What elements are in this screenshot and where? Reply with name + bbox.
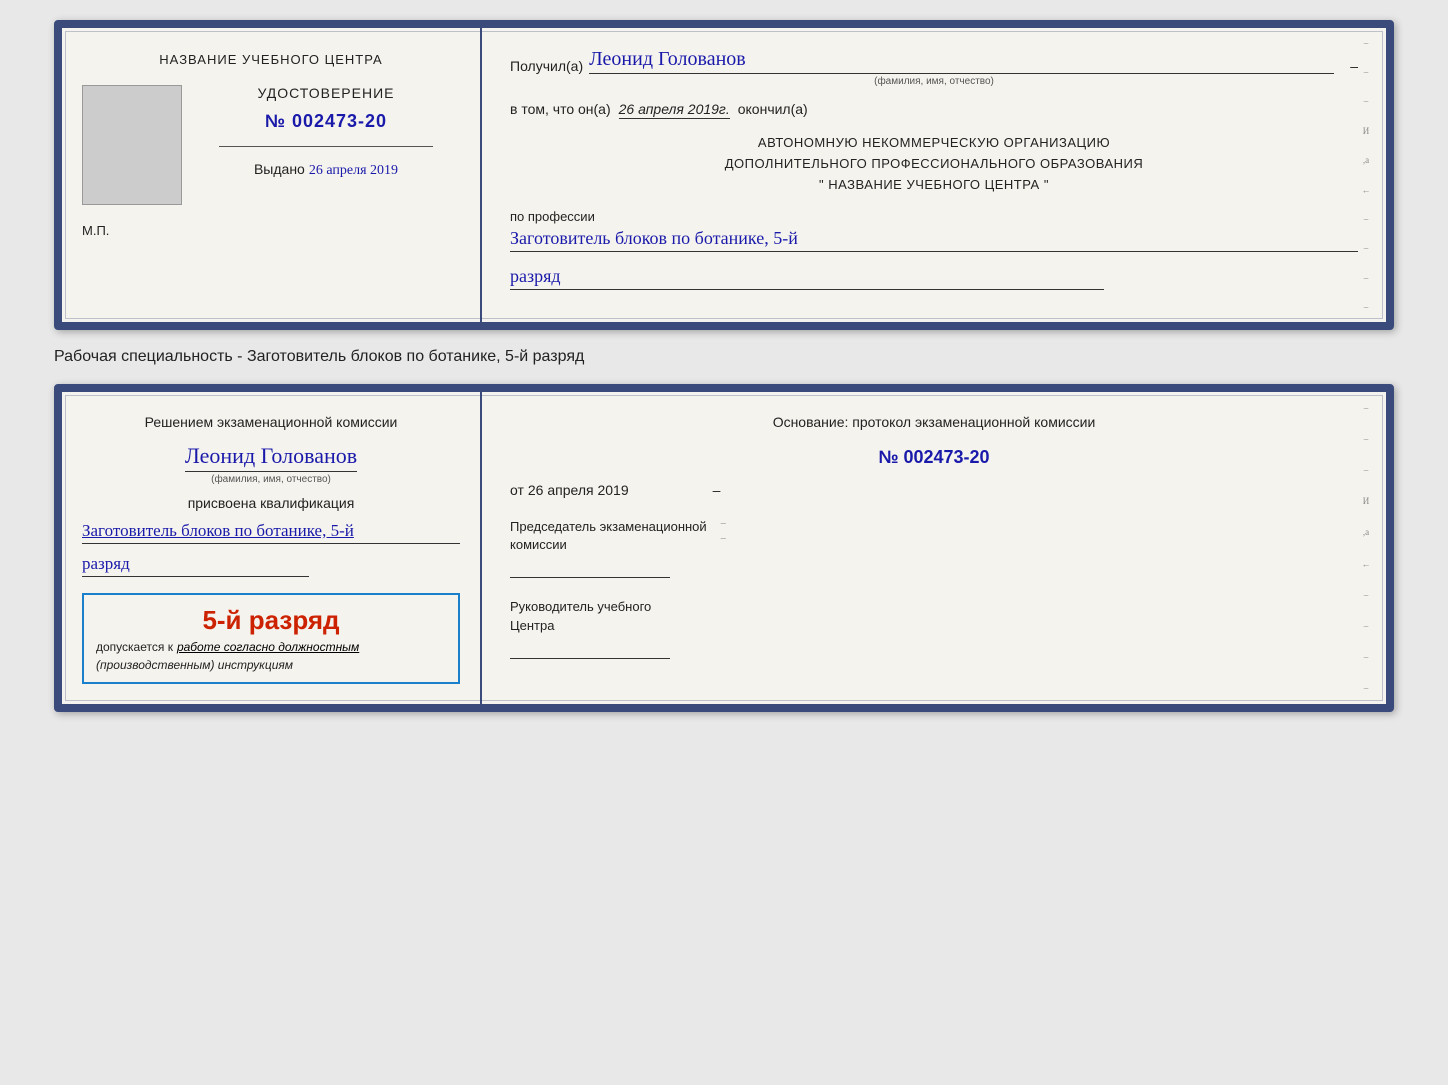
mp-label: М.П. <box>82 223 109 238</box>
doc2-right-panel: Основание: протокол экзаменационной коми… <box>482 392 1386 704</box>
name-sub-2: (фамилия, имя, отчество) <box>211 474 331 485</box>
confirm-suffix: окончил(а) <box>738 101 808 117</box>
certificate-card-1: НАЗВАНИЕ УЧЕБНОГО ЦЕНТРА УДОСТОВЕРЕНИЕ №… <box>54 20 1394 330</box>
director-sig-block: Руководитель учебного Центра <box>510 598 1358 658</box>
person-name: Леонид Голованов <box>185 443 357 472</box>
deco-strip-1: – – – И ,а ← – – – – <box>1356 28 1376 322</box>
assigned-label: присвоена квалификация <box>82 495 460 511</box>
doc2-left-panel: Решением экзаменационной комиссии Леонид… <box>62 392 482 704</box>
profession-label: по профессии <box>510 209 1358 224</box>
confirm-prefix: в том, что он(а) <box>510 101 611 117</box>
issued-label: Выдано <box>254 161 305 177</box>
org-line3: " НАЗВАНИЕ УЧЕБНОГО ЦЕНТРА " <box>510 175 1358 196</box>
date-value: 26 апреля 2019 <box>528 482 629 498</box>
cert-left-panel: НАЗВАНИЕ УЧЕБНОГО ЦЕНТРА УДОСТОВЕРЕНИЕ №… <box>62 28 482 322</box>
cert-main-section: УДОСТОВЕРЕНИЕ № 002473-20 Выдано 26 апре… <box>82 85 460 205</box>
qual-value: Заготовитель блоков по ботанике, 5-й <box>82 521 460 544</box>
org-block: АВТОНОМНУЮ НЕКОММЕРЧЕСКУЮ ОРГАНИЗАЦИЮ ДО… <box>510 133 1358 195</box>
profession-block: по профессии Заготовитель блоков по бота… <box>510 209 1358 252</box>
photo-placeholder <box>82 85 182 205</box>
confirm-date: 26 апреля 2019г. <box>619 101 730 119</box>
badge-box: 5-й разряд допускается к работе согласно… <box>82 593 460 684</box>
chairman-sig-line <box>510 560 670 578</box>
director-sig-line <box>510 641 670 659</box>
badge-instruction: (производственным) инструкциям <box>96 658 446 672</box>
recipient-name: Леонид Голованов <box>589 48 1334 74</box>
org-line1: АВТОНОМНУЮ НЕКОММЕРЧЕСКУЮ ОРГАНИЗАЦИЮ <box>510 133 1358 154</box>
received-label: Получил(а) <box>510 58 583 74</box>
recipient-line: Получил(а) Леонид Голованов – <box>510 48 1358 74</box>
cert-right-panel: Получил(а) Леонид Голованов – (фамилия, … <box>482 28 1386 322</box>
badge-allowed-value: работе согласно должностным <box>177 640 359 654</box>
rank-value-2: разряд <box>82 554 309 577</box>
divider-1 <box>219 146 433 147</box>
profession-value: Заготовитель блоков по ботанике, 5-й <box>510 228 1358 252</box>
chairman-label: Председатель экзаменационной <box>510 518 707 536</box>
cert-text-col: УДОСТОВЕРЕНИЕ № 002473-20 Выдано 26 апре… <box>192 85 460 179</box>
issued-date: 26 апреля 2019 <box>309 163 398 179</box>
training-center-title: НАЗВАНИЕ УЧЕБНОГО ЦЕНТРА <box>159 52 382 67</box>
rank-value: разряд <box>510 266 1104 290</box>
certificate-card-2: Решением экзаменационной комиссии Леонид… <box>54 384 1394 712</box>
director-label2: Центра <box>510 617 1358 635</box>
date-prefix: от <box>510 482 524 498</box>
deco-strip-2: – – – И ,а ← – – – – <box>1356 392 1376 704</box>
name-subtitle: (фамилия, имя, отчество) <box>510 76 1358 87</box>
cert-label: УДОСТОВЕРЕНИЕ <box>258 85 395 101</box>
chairman-sig-block: Председатель экзаменационной комиссии – … <box>510 518 1358 578</box>
director-label: Руководитель учебного <box>510 598 1358 616</box>
specialty-label: Рабочая специальность - Заготовитель бло… <box>54 348 1394 366</box>
badge-allowed-label: допускается к <box>96 640 173 654</box>
commission-text: Решением экзаменационной комиссии <box>82 412 460 433</box>
proto-number: № 002473-20 <box>510 447 1358 468</box>
basis-label: Основание: протокол экзаменационной коми… <box>510 412 1358 433</box>
cert-number: № 002473-20 <box>265 111 387 132</box>
confirm-line: в том, что он(а) 26 апреля 2019г. окончи… <box>510 101 1358 119</box>
proto-date-line: от 26 апреля 2019 – <box>510 482 1358 498</box>
badge-rank: 5-й разряд <box>96 605 446 636</box>
issued-row: Выдано 26 апреля 2019 <box>254 161 398 179</box>
org-line2: ДОПОЛНИТЕЛЬНОГО ПРОФЕССИОНАЛЬНОГО ОБРАЗО… <box>510 154 1358 175</box>
chairman-label2: комиссии <box>510 536 707 554</box>
